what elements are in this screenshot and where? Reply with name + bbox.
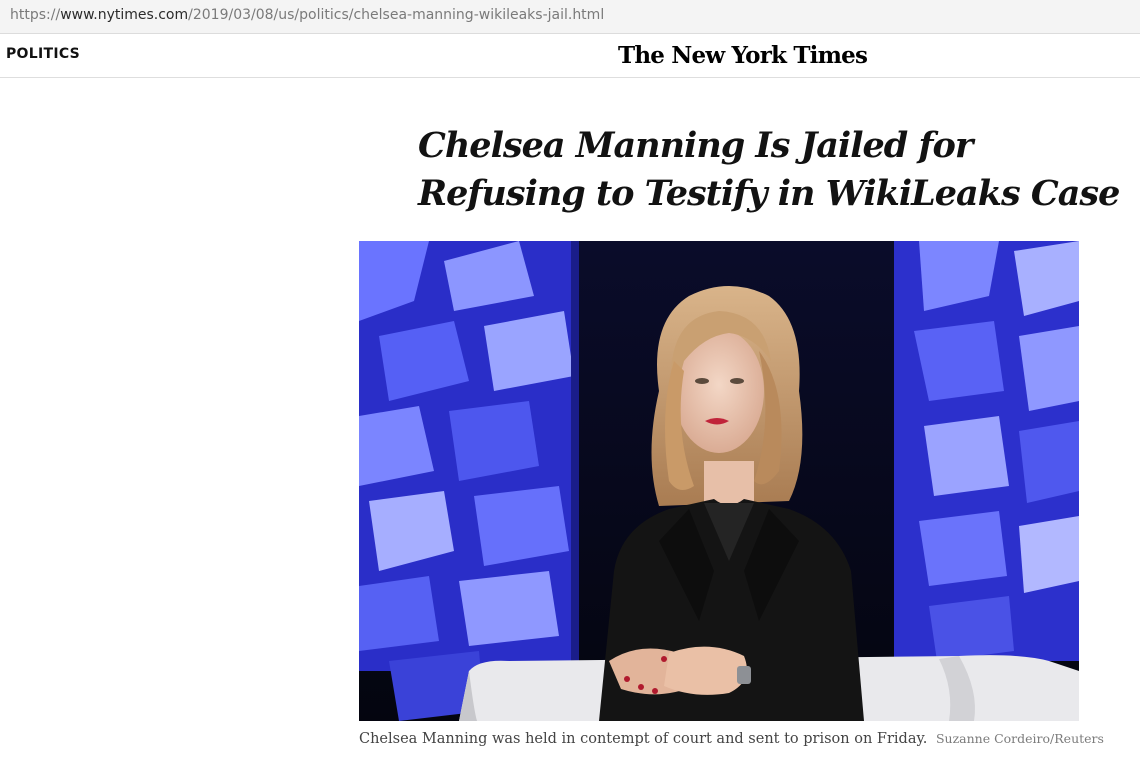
section-link-politics[interactable]: POLITICS	[6, 46, 80, 62]
caption-text: Chelsea Manning was held in contempt of …	[359, 731, 928, 747]
lead-photo	[359, 241, 1079, 721]
url-host: www.nytimes.com	[60, 7, 189, 23]
photo-caption: Chelsea Manning was held in contempt of …	[359, 730, 1104, 748]
article-headline: Chelsea Manning Is Jailed for Refusing t…	[418, 122, 1120, 218]
nyt-logo[interactable]: The New York Times	[618, 41, 868, 71]
url-scheme: https://	[10, 7, 61, 23]
lead-photo-image	[359, 241, 1079, 721]
headline-line-2: Refusing to Testify in WikiLeaks Case	[418, 173, 1120, 214]
url-text[interactable]: https://www.nytimes.com/2019/03/08/us/po…	[10, 6, 604, 24]
url-path: /2019/03/08/us/politics/chelsea-manning-…	[188, 7, 605, 23]
photo-credit: Suzanne Cordeiro/Reuters	[935, 731, 1104, 746]
browser-url-bar[interactable]: https://www.nytimes.com/2019/03/08/us/po…	[0, 0, 1140, 34]
headline-line-1: Chelsea Manning Is Jailed for	[418, 125, 973, 166]
site-header: POLITICS The New York Times	[0, 34, 1140, 78]
